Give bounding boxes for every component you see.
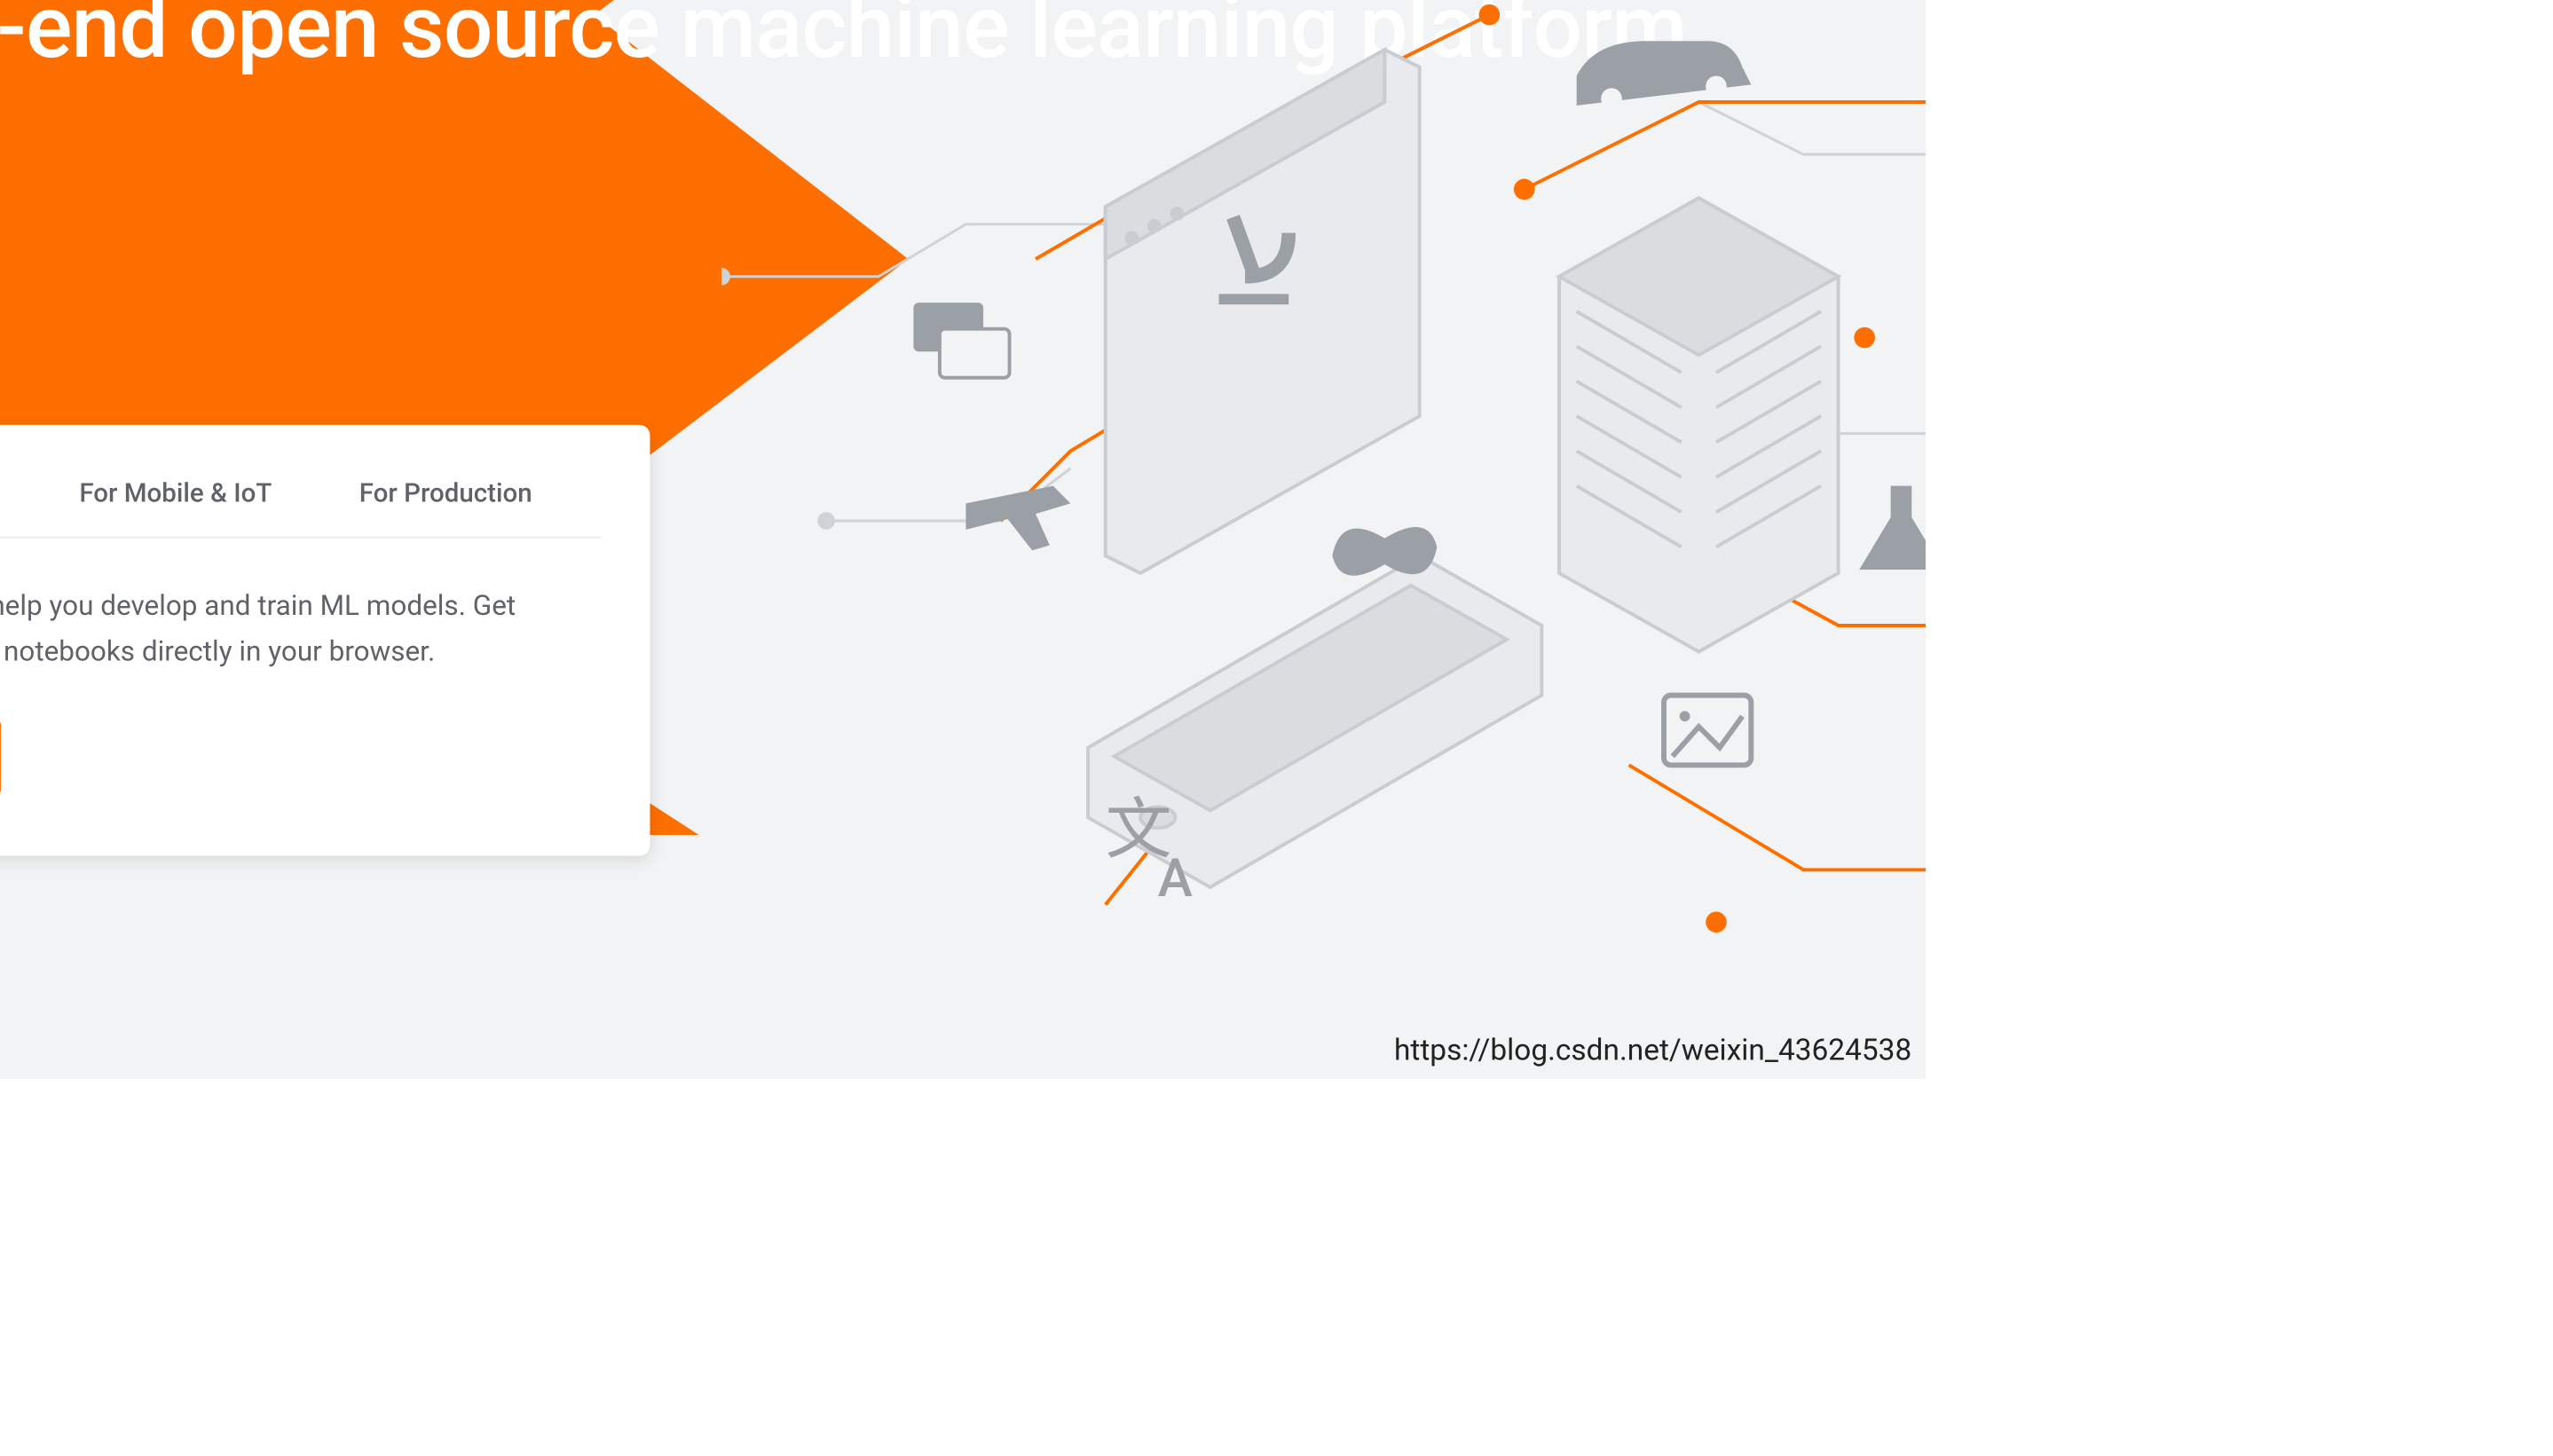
tab-mobile-iot[interactable]: For Mobile & IoT (79, 477, 272, 539)
chat-icon (913, 303, 1009, 378)
product-tabs: TensorFlow For JavaScript For Mobile & I… (0, 477, 601, 539)
product-card: TensorFlow For JavaScript For Mobile & I… (0, 425, 650, 856)
hero: An end-to-end open source machine learni… (0, 0, 1926, 1079)
flask-icon (1859, 486, 1926, 570)
image-icon (1664, 696, 1751, 766)
tab-content: The core open source library to help you… (0, 539, 601, 797)
hero-illustration: 文A (721, 0, 1926, 1044)
butterfly-icon (1332, 527, 1437, 576)
car-icon (1577, 41, 1752, 109)
svg-text:A: A (1158, 848, 1193, 909)
plane-icon (965, 486, 1070, 551)
tab-description: The core open source library to help you… (0, 584, 542, 673)
tab-production[interactable]: For Production (359, 477, 532, 539)
watermark-url: https://blog.csdn.net/weixin_43624538 (1394, 1034, 1911, 1068)
building-icon (1559, 198, 1839, 651)
monitor-icon (1106, 50, 1420, 573)
